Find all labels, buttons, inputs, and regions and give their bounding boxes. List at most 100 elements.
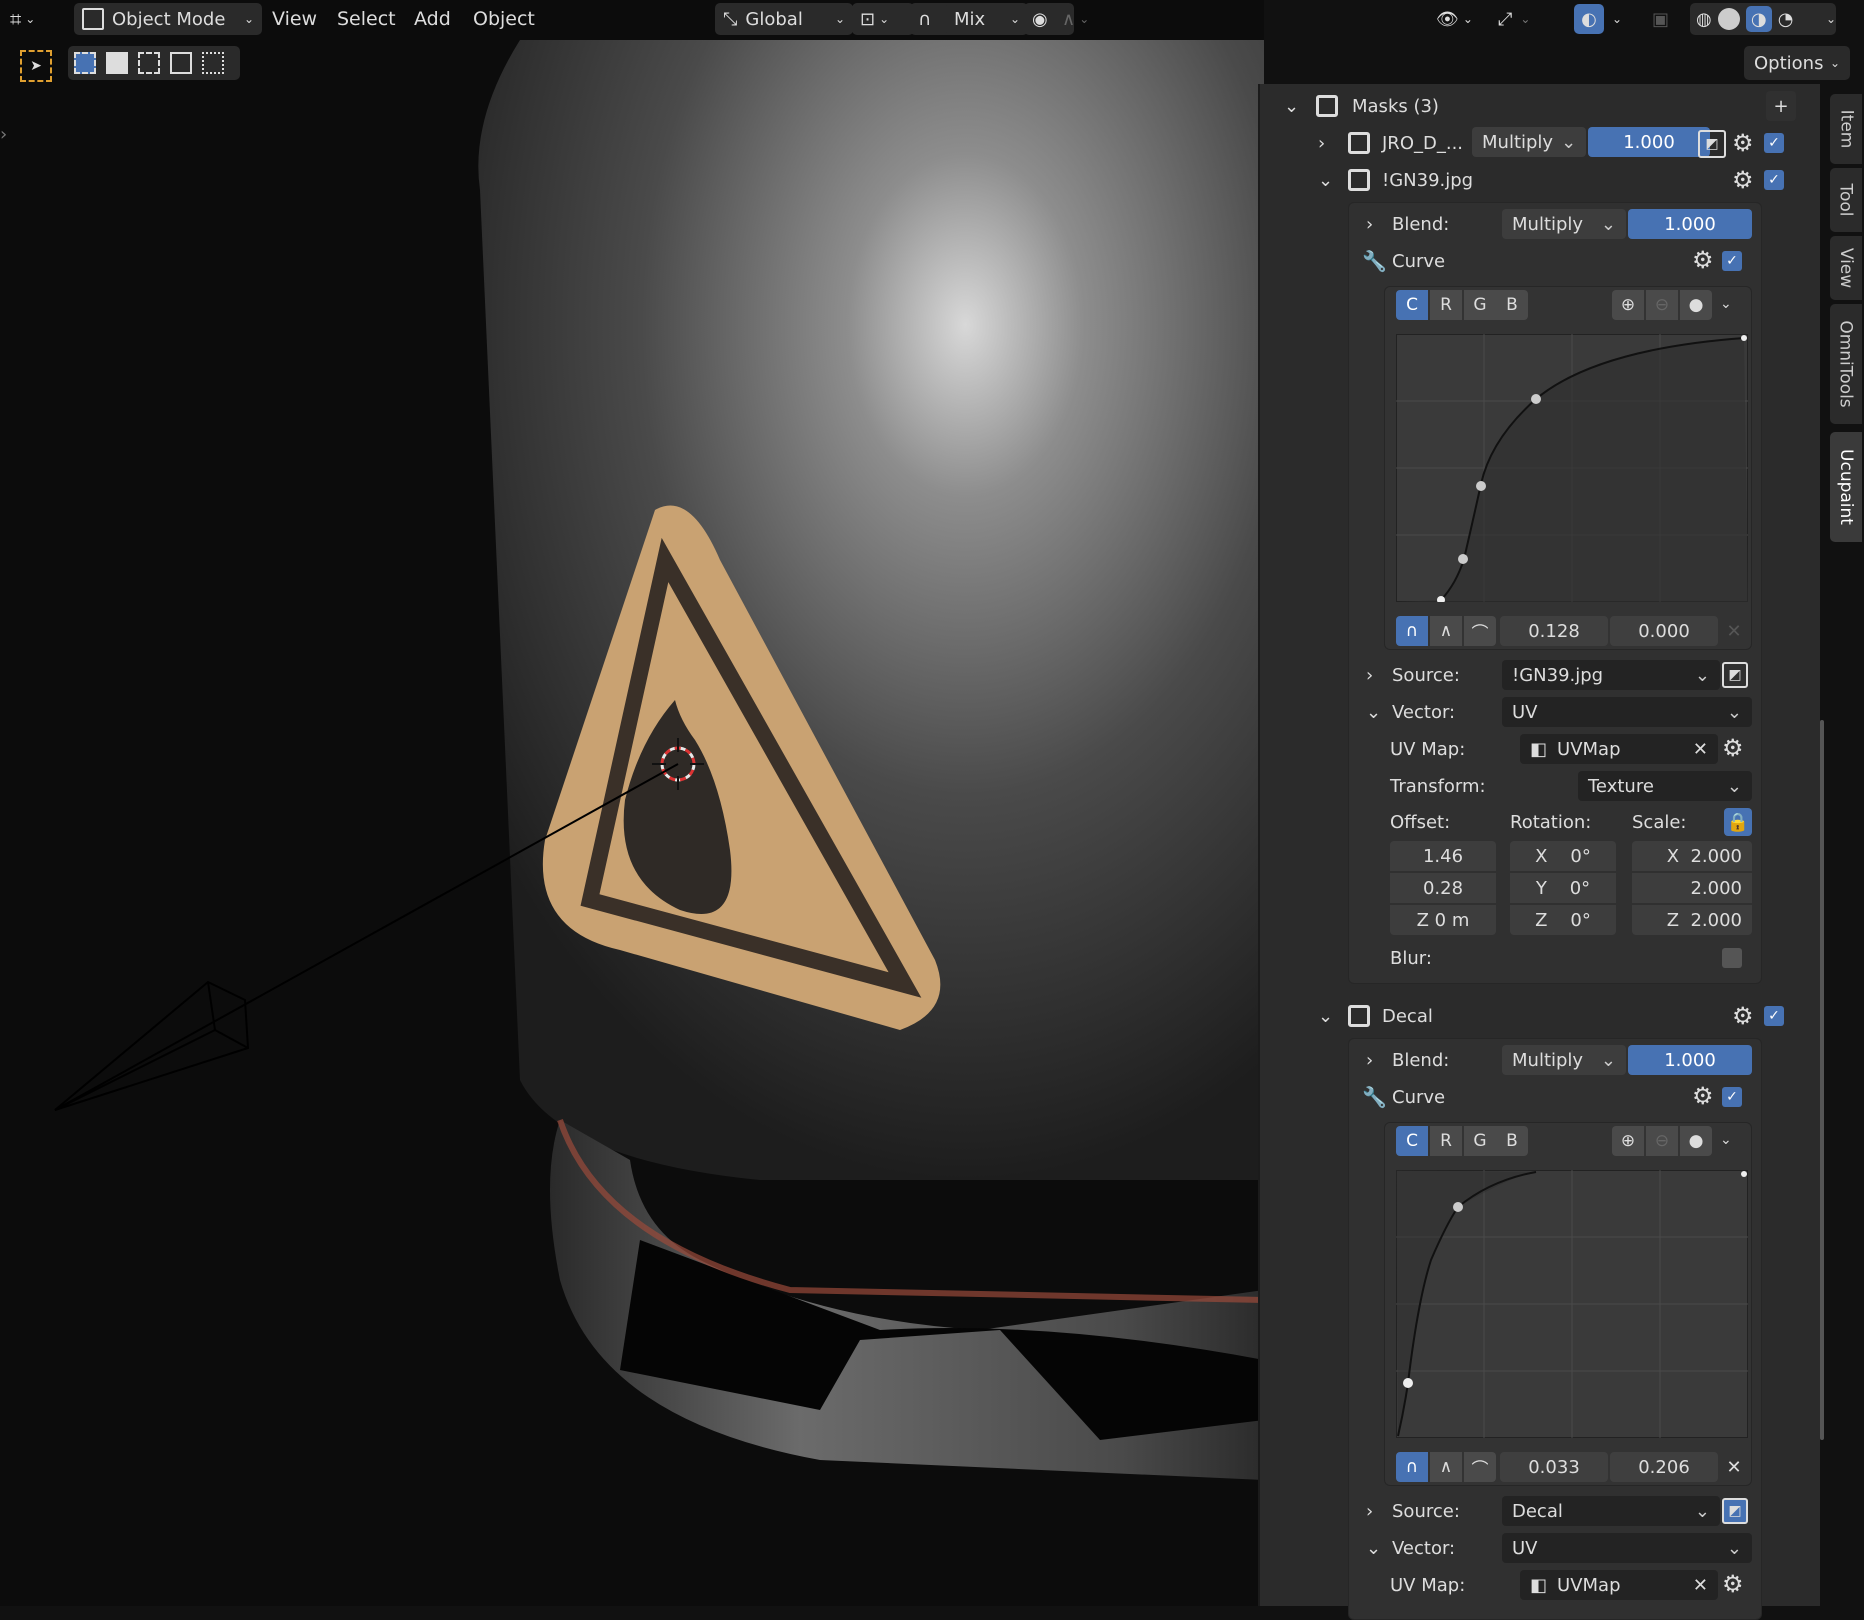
blur-checkbox[interactable] [1722,948,1742,968]
curve-y-field[interactable]: 0.000 [1610,616,1718,646]
vector-dropdown[interactable]: UV [1502,697,1752,727]
material-shading-icon[interactable]: ◑ [1745,6,1772,32]
add-mask-button[interactable]: + [1766,91,1796,121]
select-extend-icon[interactable] [106,52,128,74]
offset-x-field[interactable]: 1.46 [1390,841,1496,871]
zoom-in-icon[interactable]: ⊕ [1612,1126,1644,1156]
tab-view[interactable]: View [1830,236,1862,300]
channel-g-button[interactable]: G [1464,290,1496,320]
snap-mode-dropdown[interactable]: Mix ⌄ [946,3,1028,35]
blend-value-field[interactable]: 1.000 [1628,209,1752,239]
xray-toggle[interactable]: ▣ [1652,3,1682,35]
3d-viewport[interactable]: › [0,0,1264,1606]
curve-graph[interactable] [1396,1170,1748,1438]
gizmo-dropdown[interactable]: ⤢ ⌄ [1498,3,1548,35]
handle-auto-icon[interactable]: ∩ [1396,1452,1428,1482]
panel-scrollbar[interactable] [1820,720,1824,1440]
tab-item[interactable]: Item [1830,94,1862,164]
chevron-down-icon[interactable]: ⌄ [1318,170,1342,191]
channel-c-button[interactable]: C [1396,290,1428,320]
blend-row[interactable]: › Blend: [1366,1043,1449,1077]
clip-icon[interactable]: ● [1680,290,1712,320]
delete-point-icon[interactable]: ✕ [1720,616,1748,646]
visibility-dropdown[interactable]: 👁 ⌄ [1436,3,1486,35]
shading-options-dropdown[interactable]: ⌄ [1826,3,1848,35]
handle-vector-icon[interactable]: ∧ [1430,1452,1462,1482]
wireframe-shading-icon[interactable]: ◍ [1696,9,1712,30]
curve-graph[interactable] [1396,334,1748,602]
scale-z-field[interactable]: Z 2.000 [1632,905,1752,935]
gear-icon[interactable]: ⚙ [1722,1570,1744,1598]
menu-object[interactable]: Object [473,8,535,30]
handle-clamped-icon[interactable]: ⌒ [1464,616,1496,646]
curve-y-field[interactable]: 0.206 [1610,1452,1718,1482]
gear-icon[interactable]: ⚙ [1692,1082,1714,1110]
source-row[interactable]: › Source: [1366,658,1460,692]
editor-type-button[interactable]: ⌗ ⌄ [10,3,60,35]
channel-b-button[interactable]: B [1496,1126,1528,1156]
mask-row-gn39[interactable]: ⌄ !GN39.jpg [1318,163,1788,197]
image-icon[interactable]: ◩ [1722,1498,1748,1524]
close-icon[interactable]: ✕ [1693,1575,1708,1596]
gear-icon[interactable]: ⚙ [1732,166,1754,194]
rotation-y-field[interactable]: Y 0° [1510,873,1616,903]
tab-omnitools[interactable]: OmniTools [1830,304,1862,424]
channel-b-button[interactable]: B [1496,290,1528,320]
mode-dropdown[interactable]: Object Mode ⌄ [74,3,262,35]
select-tool-icon[interactable]: ➤ [20,50,52,82]
channel-r-button[interactable]: R [1430,290,1462,320]
rotation-x-field[interactable]: X 0° [1510,841,1616,871]
vector-row[interactable]: ⌄ Vector: [1366,695,1455,729]
blend-mode-dropdown[interactable]: Multiply [1502,1045,1626,1075]
mask-value-field[interactable]: 1.000 [1588,127,1710,157]
scale-x-field[interactable]: X 2.000 [1632,841,1752,871]
menu-view[interactable]: View [272,8,317,30]
mask-enable-checkbox[interactable]: ✓ [1764,1006,1784,1026]
zoom-out-icon[interactable]: ⊖ [1646,290,1678,320]
handle-auto-icon[interactable]: ∩ [1396,616,1428,646]
gear-icon[interactable]: ⚙ [1732,129,1754,157]
rotation-z-field[interactable]: Z 0° [1510,905,1616,935]
curve-x-field[interactable]: 0.128 [1500,616,1608,646]
source-row[interactable]: › Source: [1366,1494,1460,1528]
handle-vector-icon[interactable]: ∧ [1430,616,1462,646]
close-icon[interactable]: ✕ [1693,739,1708,760]
curve-x-field[interactable]: 0.033 [1500,1452,1608,1482]
masks-header[interactable]: ⌄ Masks (3) + [1284,89,1796,123]
solid-shading-icon[interactable] [1717,8,1740,30]
channel-r-button[interactable]: R [1430,1126,1462,1156]
gear-icon[interactable]: ⚙ [1692,246,1714,274]
blend-mode-dropdown[interactable]: Multiply [1502,209,1626,239]
blend-row[interactable]: › Blend: [1366,207,1449,241]
chevron-down-icon[interactable]: ⌄ [1318,1006,1342,1027]
gear-icon[interactable]: ⚙ [1732,1002,1754,1030]
mask-row-decal[interactable]: ⌄ Decal [1318,999,1788,1033]
delete-point-icon[interactable]: ✕ [1720,1452,1748,1482]
curve-tools-dropdown[interactable]: ⌄ [1720,1132,1732,1148]
vector-row[interactable]: ⌄ Vector: [1366,1531,1455,1565]
select-invert-icon[interactable] [170,52,192,74]
mask-enable-checkbox[interactable]: ✓ [1764,133,1784,153]
menu-select[interactable]: Select [337,8,396,30]
options-dropdown[interactable]: Options ⌄ [1744,46,1850,80]
menu-add[interactable]: Add [414,8,451,30]
mask-enable-checkbox[interactable]: ✓ [1764,170,1784,190]
source-dropdown[interactable]: !GN39.jpg [1502,660,1720,690]
handle-clamped-icon[interactable]: ⌒ [1464,1452,1496,1482]
channel-c-button[interactable]: C [1396,1126,1428,1156]
rendered-shading-icon[interactable]: ◔ [1778,9,1794,30]
falloff-dropdown[interactable]: ∧ ⌄ [1062,3,1108,35]
blend-value-field[interactable]: 1.000 [1628,1045,1752,1075]
image-icon[interactable]: ◩ [1722,662,1748,688]
select-intersect-icon[interactable] [202,52,224,74]
curve-enable-checkbox[interactable]: ✓ [1722,1087,1742,1107]
overlays-dropdown[interactable]: ◐ ⌄ [1574,3,1630,35]
vector-dropdown[interactable]: UV [1502,1533,1752,1563]
pivot-dropdown[interactable]: ⊡ ⌄ [852,3,914,35]
orientation-dropdown[interactable]: ⤡ Global ⌄ [715,3,853,35]
source-dropdown[interactable]: Decal [1502,1496,1720,1526]
zoom-out-icon[interactable]: ⊖ [1646,1126,1678,1156]
image-icon[interactable]: ◩ [1698,130,1726,158]
clip-icon[interactable]: ● [1680,1126,1712,1156]
select-new-icon[interactable] [74,52,96,74]
